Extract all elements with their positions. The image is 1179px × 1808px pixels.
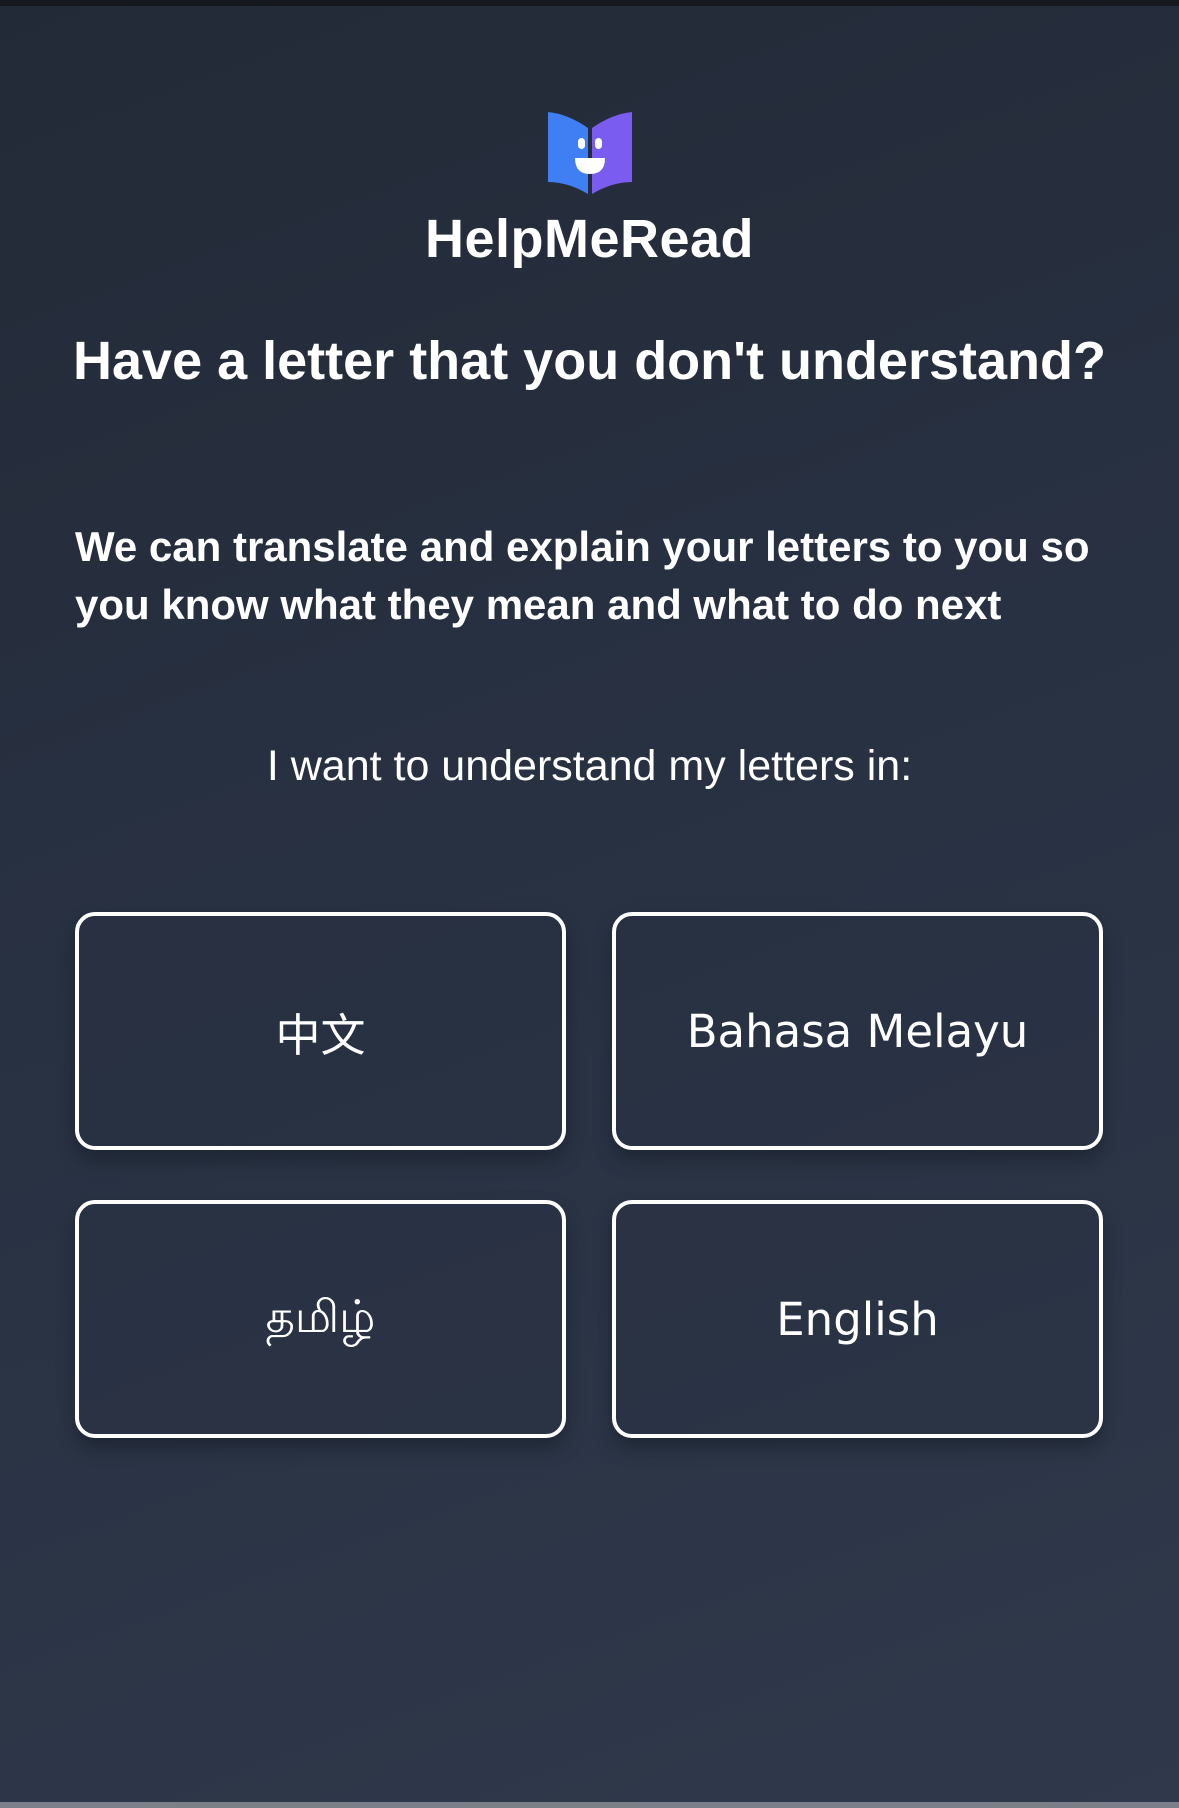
language-label: 中文 (275, 1008, 366, 1062)
language-button-chinese[interactable]: 中文 (75, 912, 566, 1150)
language-button-english[interactable]: English (612, 1200, 1103, 1438)
language-prompt: I want to understand my letters in: (266, 742, 913, 790)
logo-container (0, 108, 1179, 198)
open-book-smiley-icon (544, 108, 636, 198)
bottom-edge (0, 1802, 1179, 1808)
page-description: We can translate and explain your letter… (75, 523, 1090, 628)
status-bar-edge (0, 0, 1179, 6)
language-label: English (776, 1292, 939, 1346)
language-options: 中文 Bahasa Melayu தமிழ் English (75, 912, 1105, 1438)
language-label: தமிழ் (265, 1289, 376, 1343)
language-label: Bahasa Melayu (686, 1004, 1029, 1058)
page-headline: Have a letter that you don't understand? (73, 331, 1106, 391)
app-title: HelpMeRead (424, 209, 755, 269)
language-button-malay[interactable]: Bahasa Melayu (612, 912, 1103, 1150)
language-button-tamil[interactable]: தமிழ் (75, 1200, 566, 1438)
